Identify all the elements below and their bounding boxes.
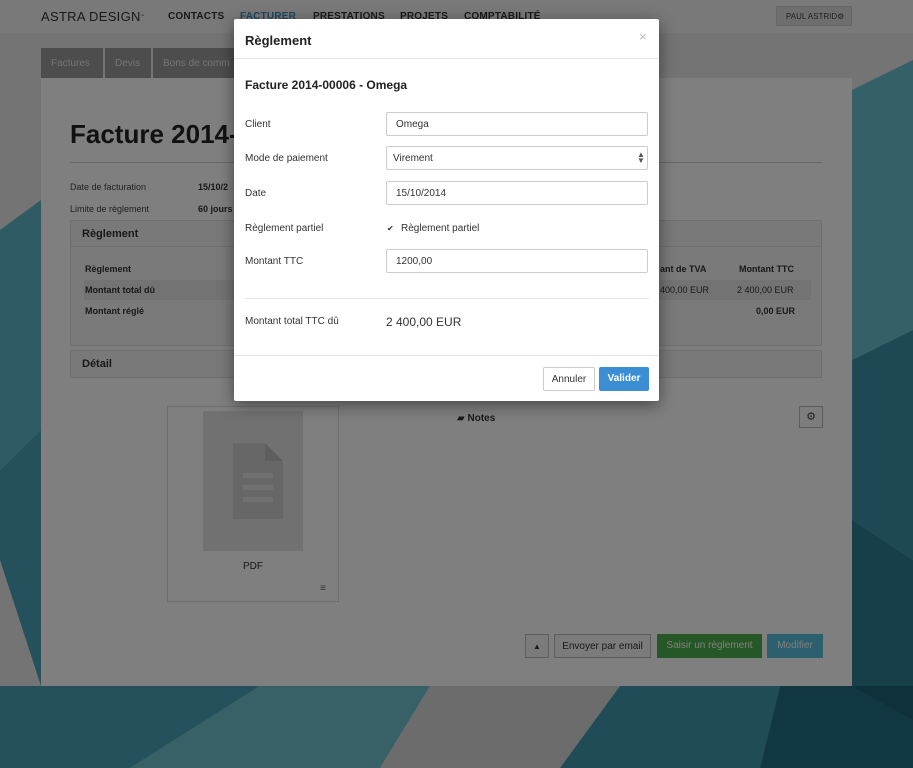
date-input[interactable]	[386, 181, 648, 205]
amount-label: Montant TTC	[245, 256, 304, 267]
modal-header-divider	[234, 58, 659, 59]
modal-title: Règlement	[245, 33, 312, 48]
partial-payment-label: Règlement partiel	[245, 223, 324, 234]
client-input[interactable]	[386, 112, 648, 136]
client-label: Client	[245, 119, 271, 130]
payment-mode-label: Mode de paiement	[245, 153, 328, 164]
modal-body-divider	[245, 298, 649, 299]
payment-mode-select[interactable]: Virement ▲ ▼	[386, 146, 648, 170]
select-arrows-icon: ▲ ▼	[637, 150, 645, 165]
payment-mode-value: Virement	[393, 153, 433, 164]
cancel-button[interactable]: Annuler	[543, 367, 595, 391]
date-label: Date	[245, 188, 267, 199]
modal-footer-divider	[234, 355, 659, 356]
payment-modal: Règlement × Facture 2014-00006 - Omega C…	[234, 19, 659, 401]
partial-payment-checkbox-label[interactable]: Règlement partiel	[401, 223, 479, 234]
total-due-value: 2 400,00 EUR	[386, 315, 462, 329]
amount-input[interactable]	[386, 249, 648, 273]
validate-button[interactable]: Valider	[599, 367, 649, 391]
modal-subtitle: Facture 2014-00006 - Omega	[245, 78, 408, 92]
close-icon[interactable]: ×	[639, 29, 647, 44]
partial-payment-checkbox[interactable]: ✔	[387, 225, 395, 233]
total-due-label: Montant total TTC dû	[245, 316, 339, 327]
